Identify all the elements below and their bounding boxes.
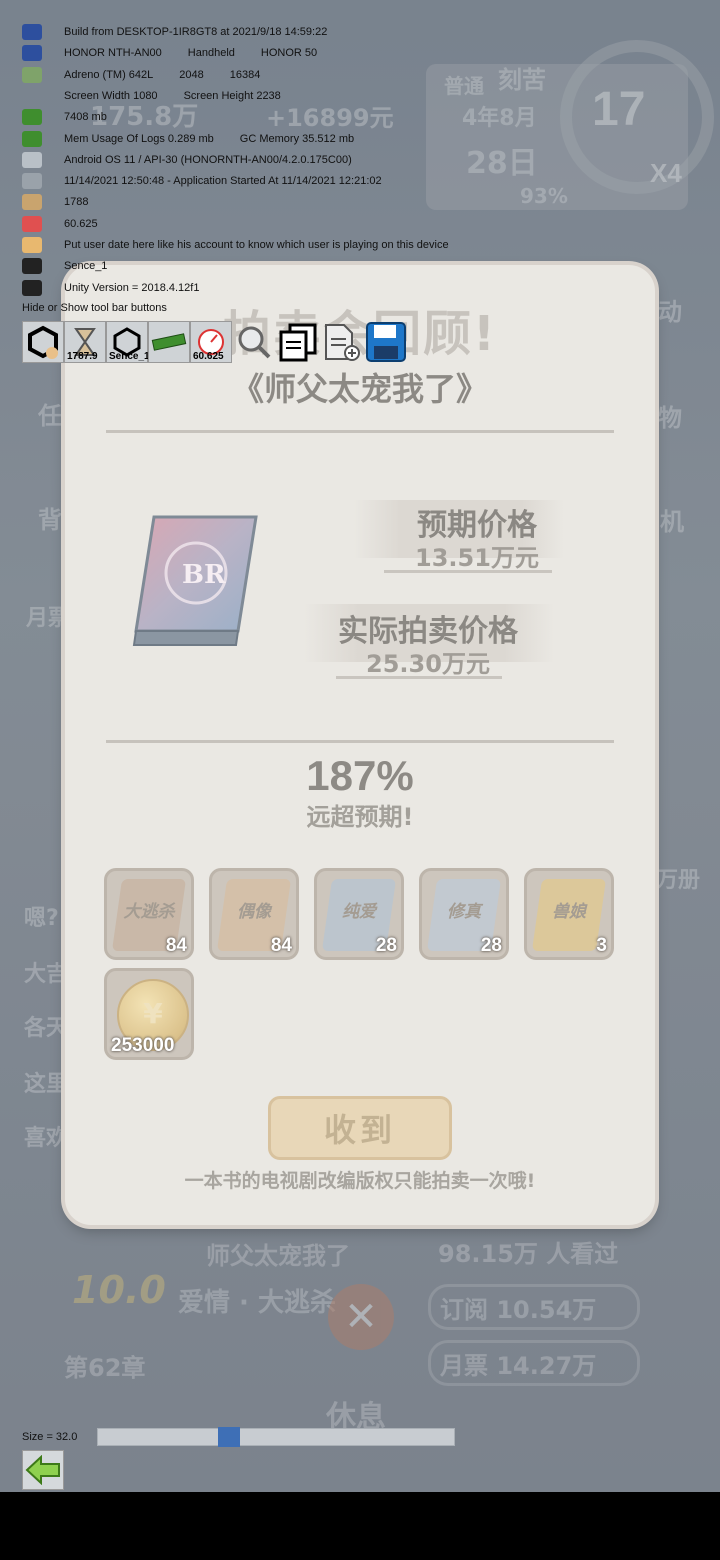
debug-line-text: 60.625 — [64, 217, 98, 230]
debug-line-text: Mem Usage Of Logs 0.289 mb GC Memory 35.5… — [64, 133, 380, 145]
reward-item: 偶像 84 — [209, 868, 299, 960]
memory-icon — [22, 109, 42, 126]
debug-line-text: Adreno (TM) 642L 2048 16384 — [64, 69, 286, 81]
new-log-button[interactable] — [320, 321, 364, 363]
unity-icon — [22, 258, 42, 275]
user-icon — [22, 237, 42, 253]
memory-icon — [22, 130, 42, 147]
reward-count: 84 — [165, 935, 187, 956]
debug-line-text: Put user date here like his account to k… — [64, 239, 449, 251]
hourglass-icon — [22, 194, 42, 211]
back-arrow-icon — [25, 1455, 60, 1485]
divider-middle — [106, 740, 614, 743]
debug-line-text: Android OS 11 / API-30 (HONORNTH-AN00/4.… — [64, 153, 352, 166]
reward-label: 大逃杀 — [123, 902, 175, 922]
save-icon — [366, 322, 406, 362]
debug-line-part: Screen Height 2238 — [183, 89, 281, 102]
size-slider-handle[interactable] — [217, 1427, 240, 1447]
debug-line-text: Unity Version = 2018.4.12f1 — [64, 281, 200, 294]
expected-price-value: 13.51万元 — [415, 544, 539, 572]
fps-button[interactable]: 60.625 — [190, 321, 232, 363]
debug-line-text: HONOR NTH-AN00 Handheld HONOR 50 — [64, 47, 343, 59]
calendar-icon — [22, 173, 42, 190]
speedometer-icon — [22, 215, 42, 232]
reward-count: 28 — [480, 935, 502, 956]
debug-line-text: 1788 — [64, 196, 89, 209]
reward-label: 兽娘 — [552, 902, 586, 922]
debug-line-part: Handheld — [187, 47, 235, 60]
debug-line-part: HONOR 50 — [260, 47, 318, 60]
fps-caption: 60.625 — [193, 351, 224, 362]
reward-count: 253000 — [111, 1035, 175, 1056]
search-icon — [238, 326, 271, 359]
copy-icon — [279, 323, 317, 362]
search-button[interactable] — [232, 321, 276, 363]
svg-text:BR: BR — [182, 560, 226, 590]
reward-count: 28 — [375, 935, 397, 956]
debug-line-text: Sence_1 — [64, 260, 108, 273]
reward-count: 3 — [596, 935, 607, 956]
size-label: Size = 32.0 — [22, 1431, 78, 1443]
debug-line-text: 11/14/2021 12:50:48 - Application Starte… — [64, 175, 382, 188]
expected-underline — [384, 570, 552, 573]
hourglass-caption: 1787.9 — [67, 351, 98, 362]
reward-label: 纯爱 — [342, 902, 376, 922]
reward-count: 84 — [270, 935, 292, 956]
monitor-icon — [22, 45, 42, 62]
unity-icon — [22, 279, 42, 296]
reward-item: ¥ 253000 — [104, 968, 194, 1060]
debug-toolbar: 1787.9 Sence_135.5 60.625 — [22, 321, 408, 363]
debug-line-part: Mem Usage Of Logs 0.289 mb — [64, 132, 214, 145]
collect-button[interactable]: 收到 — [268, 1096, 452, 1160]
unity-logo-icon — [28, 325, 58, 359]
debug-line-part: 2048 — [179, 68, 204, 81]
monitor-icon — [22, 24, 42, 40]
back-button[interactable] — [22, 1450, 64, 1490]
coin-symbol: ¥ — [143, 997, 163, 1030]
divider-top — [106, 430, 614, 433]
reward-item: 修真 28 — [419, 868, 509, 960]
game-screen: 17 X4 普通 刻苦 4年8月 28日 93% 175.8万 +16899元 … — [0, 0, 720, 1492]
debug-line-text: 7408 mb — [64, 111, 107, 124]
gpu-icon — [22, 66, 42, 83]
reward-label: 修真 — [447, 902, 481, 922]
book-title: 《师父太宠我了》 — [231, 370, 488, 408]
debug-line-part: GC Memory 35.512 mb — [239, 132, 355, 145]
size-slider[interactable] — [97, 1428, 455, 1446]
debug-line-text: Screen Width 1080 Screen Height 2238 — [64, 90, 307, 102]
new-document-icon — [325, 324, 360, 361]
reward-label: 偶像 — [237, 902, 271, 922]
hourglass-button[interactable]: 1787.9 — [64, 321, 106, 363]
percent-subtitle: 远超预期! — [306, 803, 414, 831]
scene-button[interactable]: Sence_135.5 — [106, 321, 169, 363]
toolbar-toggle-label[interactable]: Hide or Show tool bar buttons — [22, 302, 167, 314]
copy-button[interactable] — [276, 321, 320, 363]
reward-item: 大逃杀 84 — [104, 868, 194, 960]
save-button[interactable] — [364, 321, 408, 363]
memory-button[interactable] — [148, 321, 190, 363]
debug-line-part: 16384 — [229, 68, 261, 81]
disc-icon — [22, 151, 42, 168]
actual-price-value: 25.30万元 — [366, 650, 490, 678]
memory-icon — [151, 333, 187, 351]
rights-note: 一本书的电视剧改编版权只能拍卖一次哦! — [184, 1170, 536, 1192]
unity-logo-button[interactable] — [22, 321, 64, 363]
reward-item: 纯爱 28 — [314, 868, 404, 960]
book-cover-icon: BR — [132, 515, 258, 646]
reward-item: 兽娘 3 — [524, 868, 614, 960]
debug-line-part: HONOR NTH-AN00 — [64, 47, 162, 60]
percent-value: 187% — [306, 752, 414, 799]
debug-line-part: Screen Width 1080 — [64, 89, 158, 102]
actual-underline — [336, 676, 502, 679]
debug-line-part: Adreno (TM) 642L — [64, 68, 154, 81]
debug-line-text: Build from DESKTOP-1IR8GT8 at 2021/9/18 … — [64, 26, 328, 38]
